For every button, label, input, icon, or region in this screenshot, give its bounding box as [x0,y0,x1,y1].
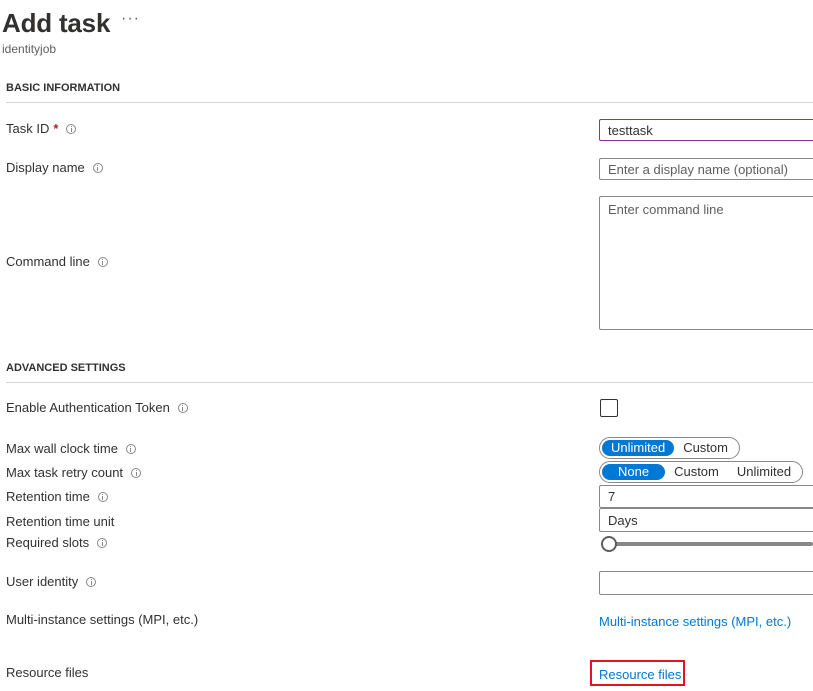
display-name-label: Display name [6,160,103,175]
retention-unit-select[interactable] [599,508,813,532]
max-wall-clock-option-unlimited[interactable]: Unlimited [602,440,675,456]
multi-instance-label: Multi-instance settings (MPI, etc.) [6,612,198,627]
auth-token-label: Enable Authentication Token [6,400,188,415]
info-icon[interactable] [97,537,108,548]
max-retry-label: Max task retry count [6,465,142,480]
info-icon[interactable] [97,256,108,267]
command-line-label-text: Command line [6,254,90,269]
user-identity-select[interactable] [599,571,813,595]
multi-instance-label-text: Multi-instance settings (MPI, etc.) [6,612,199,627]
required-slots-label-text: Required slots [6,535,90,550]
retention-time-label: Retention time [6,489,108,504]
page-title: Add task [2,8,111,38]
max-retry-toggle: None Custom Unlimited [599,461,804,483]
page-subtitle: identityjob [2,42,57,56]
task-id-label-text: Task ID [6,121,50,136]
section-advanced-settings: ADVANCED SETTINGS [6,362,126,374]
section-basic-information: BASIC INFORMATION [6,82,121,94]
auth-token-label-text: Enable Authentication Token [6,400,170,415]
task-id-input[interactable] [599,119,813,141]
display-name-input[interactable] [599,158,813,180]
user-identity-label-text: User identity [6,574,79,589]
required-slots-slider-thumb[interactable] [601,536,617,552]
max-retry-option-none[interactable]: None [602,464,666,480]
task-id-label: Task ID * [6,121,77,136]
max-wall-clock-label-text: Max wall clock time [6,441,118,456]
info-icon[interactable] [66,123,77,134]
more-options-button[interactable]: ··· [121,10,140,28]
retention-unit-label: Retention time unit [6,514,114,529]
command-line-textarea[interactable] [599,196,813,330]
auth-token-checkbox[interactable] [600,399,618,417]
info-icon[interactable] [177,402,188,413]
command-line-label: Command line [6,254,108,269]
max-retry-option-custom[interactable]: Custom [665,464,728,480]
retention-time-label-text: Retention time [6,489,90,504]
required-slots-label: Required slots [6,535,108,550]
section-divider [6,382,813,383]
required-slots-slider-track[interactable] [609,542,813,546]
info-icon[interactable] [92,162,103,173]
info-icon[interactable] [131,467,142,478]
max-retry-label-text: Max task retry count [6,465,124,480]
resource-files-label: Resource files [6,665,88,680]
info-icon[interactable] [125,443,136,454]
resource-files-link[interactable]: Resource files [599,667,681,682]
max-wall-clock-toggle: Unlimited Custom [599,437,740,459]
max-retry-option-unlimited[interactable]: Unlimited [728,464,800,480]
info-icon[interactable] [97,491,108,502]
resource-files-label-text: Resource files [6,665,89,680]
section-divider [6,102,813,103]
user-identity-label: User identity [6,574,97,589]
required-marker: * [53,121,59,136]
retention-time-input[interactable] [599,485,813,508]
multi-instance-settings-link[interactable]: Multi-instance settings (MPI, etc.) [599,614,791,629]
display-name-label-text: Display name [6,160,85,175]
info-icon[interactable] [86,576,97,587]
max-wall-clock-option-custom[interactable]: Custom [674,440,737,456]
retention-unit-label-text: Retention time unit [6,514,115,529]
max-wall-clock-label: Max wall clock time [6,441,136,456]
